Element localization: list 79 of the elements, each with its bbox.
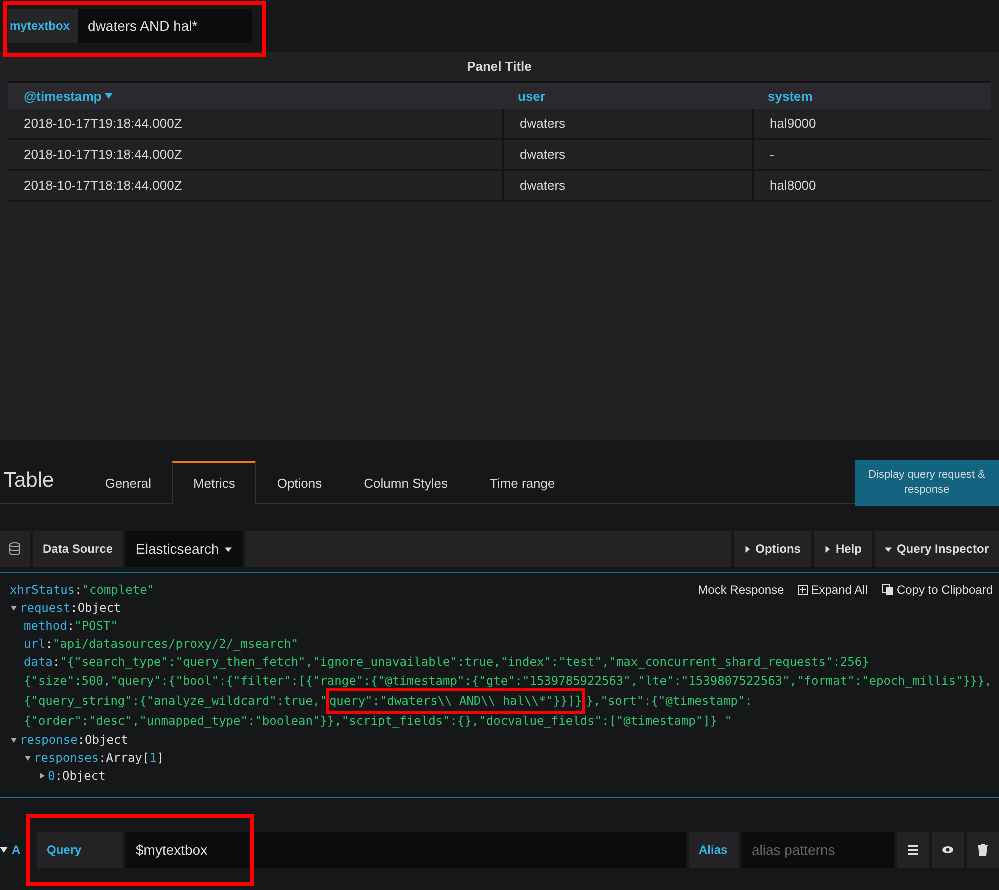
database-icon xyxy=(0,531,30,567)
colon: : xyxy=(52,654,60,671)
data-source-label: Data Source xyxy=(33,531,124,567)
variable-input[interactable]: dwaters AND hal* xyxy=(78,9,252,43)
table-cell: hal8000 xyxy=(752,171,991,202)
expanded-arrow-icon[interactable] xyxy=(10,736,18,744)
json-key: responses xyxy=(34,749,100,767)
trash-icon[interactable] xyxy=(967,832,999,868)
caret-down-icon xyxy=(225,546,232,552)
query-label: Query xyxy=(37,832,123,868)
json-key: response xyxy=(20,731,78,749)
json-value: "POST" xyxy=(74,618,118,635)
alias-label: Alias xyxy=(689,832,739,868)
caret-right-icon xyxy=(744,546,751,552)
colon: : xyxy=(70,600,78,617)
colon: : xyxy=(99,750,106,767)
json-key: request xyxy=(20,599,71,617)
editor-tab[interactable]: Time range xyxy=(468,461,576,504)
menu-icon[interactable] xyxy=(897,832,929,868)
toolbar-button[interactable]: Help xyxy=(814,531,872,567)
toolbar-button[interactable]: Options xyxy=(734,531,811,567)
table-cell: 2018-10-17T18:18:44.000Z xyxy=(8,171,502,202)
table-cell: 2018-10-17T19:18:44.000Z xyxy=(8,109,502,140)
json-key: method xyxy=(24,617,68,635)
column-header[interactable]: @timestamp xyxy=(8,81,502,109)
json-value: Object xyxy=(85,732,128,749)
editor-tab[interactable]: General xyxy=(84,461,172,504)
panel-title: Panel Title xyxy=(466,58,533,76)
colon: : xyxy=(46,636,53,653)
query-ref-toggle[interactable]: A xyxy=(0,832,34,868)
inspector-action-link[interactable]: Copy to Clipboard xyxy=(882,581,993,599)
table-cell: - xyxy=(752,140,991,171)
inspector-action-link[interactable]: Mock Response xyxy=(698,581,784,599)
copy-icon xyxy=(882,584,894,596)
json-value: Object xyxy=(62,768,106,785)
editor-tab[interactable]: Metrics xyxy=(172,461,256,504)
caret-down-icon xyxy=(0,847,8,853)
toolbar-button[interactable]: Query Inspector xyxy=(874,531,999,567)
colon: : xyxy=(75,582,82,599)
colon: : xyxy=(67,618,75,635)
json-value: {"order":"desc","unmapped_type":"boolean"}},"script_fields":{},"docvalue_fields":["@timestamp"]} " xyxy=(24,713,732,730)
sort-caret-icon xyxy=(104,93,113,99)
variable-label: mytextbox xyxy=(8,9,78,43)
colon: : xyxy=(55,768,62,785)
json-value: },"sort":{"@timestamp": xyxy=(586,693,752,710)
json-value: Object xyxy=(78,600,122,617)
tooltip: Display query request & response xyxy=(855,460,999,506)
json-value: "api/datasources/proxy/2/_msearch" xyxy=(52,636,299,653)
table-cell: dwaters xyxy=(502,140,752,171)
table-cell: hal9000 xyxy=(752,109,991,140)
json-value: "complete" xyxy=(82,582,155,599)
json-value: {"size":500,"query":{"bool":{"filter":[{"range":{"@timestamp":{"gte":"1539785922563","lte":"1539807522563","format":"epoch_millis"}}}, xyxy=(24,673,992,690)
caret-right-icon xyxy=(824,546,831,552)
colon: : xyxy=(78,732,86,749)
column-header[interactable]: system xyxy=(752,81,991,109)
json-key: url xyxy=(24,635,46,653)
json-value: query":"dwaters\\ AND\\ hal\\*"}}]} xyxy=(329,691,582,711)
editor-tab[interactable]: Column Styles xyxy=(343,461,469,504)
query-input[interactable]: $mytextbox xyxy=(126,832,686,868)
editor-title: Table xyxy=(3,469,56,494)
json-value: "{"search_type":"query_then_fetch","ignore_unavailable":true,"index":"test","max_concurrent_shard_requests":256} xyxy=(60,654,870,671)
table-cell: 2018-10-17T19:18:44.000Z xyxy=(8,140,502,171)
plus-square-icon xyxy=(798,585,808,595)
editor-tab[interactable]: Options xyxy=(256,461,344,504)
table-cell: dwaters xyxy=(502,171,752,202)
json-value: Array[1] xyxy=(106,750,164,767)
column-header[interactable]: user xyxy=(502,81,752,109)
data-source-select[interactable]: Elasticsearch xyxy=(126,531,242,567)
json-key: 0 xyxy=(48,767,56,785)
inspector-action-link[interactable]: Expand All xyxy=(798,581,868,599)
collapsed-arrow-icon[interactable] xyxy=(38,772,46,780)
expanded-arrow-icon[interactable] xyxy=(24,754,32,762)
eye-icon[interactable] xyxy=(932,832,964,868)
caret-down-icon xyxy=(884,546,892,552)
table-cell: dwaters xyxy=(502,109,752,140)
expanded-arrow-icon[interactable] xyxy=(10,604,18,612)
json-value: {"query_string":{"analyze_wildcard":true," xyxy=(24,693,328,710)
json-key: data xyxy=(24,653,53,671)
json-key: xhrStatus xyxy=(10,581,76,599)
